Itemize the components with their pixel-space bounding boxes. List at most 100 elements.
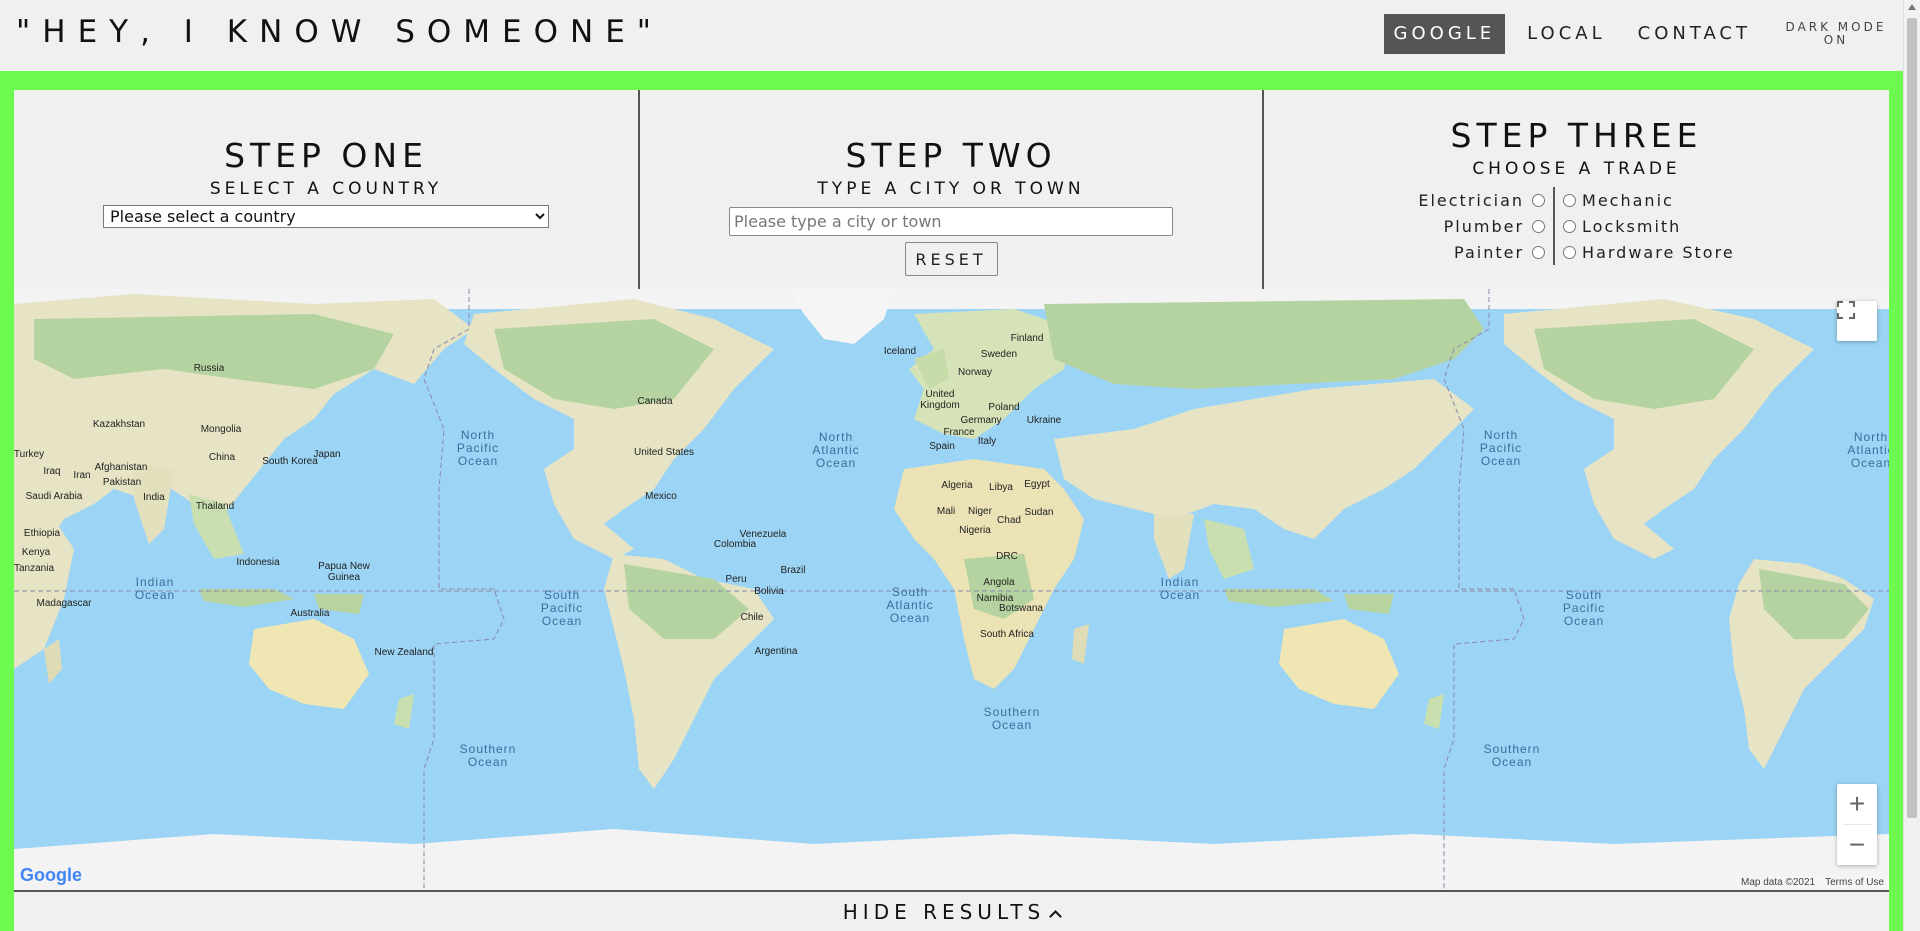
map-country-label: Turkey	[14, 449, 45, 460]
map-country-label: DRC	[996, 551, 1018, 562]
radio-locksmith[interactable]	[1563, 219, 1577, 233]
map-country-label: Brazil	[780, 565, 806, 576]
step-three: STEP THREE CHOOSE A TRADE Electrician Pl…	[1264, 90, 1889, 289]
map-country-label: Papua New Guinea	[318, 561, 370, 583]
map-country-label: Ukraine	[1026, 415, 1062, 426]
map-ocean-label: Southern Ocean	[459, 742, 517, 769]
page-scrollbar[interactable]	[1903, 0, 1920, 931]
step-one-subheading: SELECT A COUNTRY	[209, 179, 443, 199]
map-country-label: Niger	[968, 506, 992, 517]
map-country-label: Mexico	[645, 491, 677, 502]
step-three-heading: STEP THREE	[1450, 116, 1703, 155]
map-country-label: Bolivia	[754, 586, 784, 597]
main-nav: GOOGLE LOCAL CONTACT DARK MODE ON	[1383, 14, 1903, 54]
country-select[interactable]: Please select a country	[103, 205, 549, 228]
nav-local[interactable]: LOCAL	[1517, 14, 1615, 54]
map-country-label: Canada	[637, 396, 673, 407]
map-country-label: Madagascar	[36, 598, 92, 609]
map-country-label: Peru	[725, 574, 747, 585]
map-country-label: Angola	[983, 577, 1015, 588]
hide-results-toggle[interactable]: HIDE RESULTS	[14, 890, 1889, 931]
map-country-label: Poland	[988, 402, 1020, 413]
step-one: STEP ONE SELECT A COUNTRY Please select …	[14, 90, 640, 289]
map-country-label: Afghanistan	[94, 462, 148, 473]
map-country-label: Mongolia	[200, 424, 242, 435]
google-logo[interactable]: Google	[20, 865, 82, 886]
map-country-label: Pakistan	[102, 477, 142, 488]
map-country-label: Sudan	[1024, 507, 1054, 518]
trade-option-plumber[interactable]: Plumber	[1444, 213, 1546, 239]
map-country-label: Mali	[936, 506, 956, 517]
trade-option-painter[interactable]: Painter	[1454, 239, 1546, 265]
trade-option-hardware-store[interactable]: Hardware Store	[1563, 239, 1735, 265]
trade-options: Electrician Plumber Painter Mechanic Loc…	[1264, 187, 1889, 265]
map-country-label: Argentina	[754, 646, 798, 657]
nav-contact[interactable]: CONTACT	[1628, 14, 1761, 54]
step-one-heading: STEP ONE	[224, 136, 428, 175]
radio-mechanic[interactable]	[1563, 193, 1577, 207]
site-header: "HEY, I KNOW SOMEONE" GOOGLE LOCAL CONTA…	[0, 0, 1903, 71]
reset-button[interactable]: RESET	[904, 242, 998, 276]
world-map[interactable]: Russia Kazakhstan Mongolia China South Korea…	[14, 289, 1889, 890]
map-data-credit: Map data ©2021	[1741, 877, 1816, 888]
map-country-label: Iraq	[43, 466, 61, 477]
map-country-label: Chile	[740, 612, 764, 623]
map-country-label: Australia	[290, 608, 330, 619]
map-country-label: Kenya	[21, 547, 51, 558]
map-ocean-label: South Atlantic Ocean	[886, 585, 934, 625]
terms-of-use-link[interactable]: Terms of Use	[1820, 876, 1889, 890]
map-country-label: Botswana	[999, 603, 1043, 614]
map-country-label: Germany	[960, 415, 1002, 426]
radio-painter[interactable]	[1532, 245, 1546, 259]
map-country-label: South Korea	[262, 456, 318, 467]
radio-electrician[interactable]	[1532, 193, 1546, 207]
fullscreen-button[interactable]	[1837, 301, 1877, 341]
map-country-label: Algeria	[941, 480, 973, 491]
map-country-label: Russia	[193, 363, 225, 374]
map-ocean-label: South Pacific Ocean	[1562, 588, 1606, 628]
map-country-label: Chad	[997, 515, 1021, 526]
map-country-label: India	[143, 492, 165, 503]
hide-results-label: HIDE RESULTS	[842, 900, 1046, 924]
trade-label: Mechanic	[1582, 190, 1674, 210]
map-country-label: France	[943, 427, 975, 438]
city-input[interactable]	[729, 207, 1173, 236]
radio-plumber[interactable]	[1532, 219, 1546, 233]
trade-option-electrician[interactable]: Electrician	[1418, 187, 1546, 213]
google-logo-text: Google	[20, 865, 82, 885]
step-two-heading: STEP TWO	[845, 136, 1057, 175]
trade-column-left: Electrician Plumber Painter	[1418, 187, 1556, 265]
map-country-label: South Africa	[980, 629, 1034, 640]
zoom-in-button[interactable]: +	[1837, 784, 1877, 824]
map-country-label: Thailand	[195, 501, 235, 512]
trade-option-mechanic[interactable]: Mechanic	[1563, 187, 1674, 213]
step-two: STEP TWO TYPE A CITY OR TOWN RESET	[640, 90, 1264, 289]
scroll-up-icon[interactable]	[1908, 4, 1916, 10]
radio-hardware-store[interactable]	[1563, 245, 1577, 259]
map-ocean-label: Indian Ocean	[134, 575, 176, 602]
map-ocean-label: North Atlantic Ocean	[812, 430, 860, 470]
map-ocean-label: South Pacific Ocean	[540, 588, 584, 628]
map-country-label: Indonesia	[236, 557, 280, 568]
map-country-label: Sweden	[980, 349, 1018, 360]
fullscreen-icon	[1837, 301, 1855, 319]
zoom-out-button[interactable]: −	[1837, 825, 1877, 865]
scroll-thumb[interactable]	[1907, 18, 1917, 818]
trade-option-locksmith[interactable]: Locksmith	[1563, 213, 1681, 239]
map-ocean-label: Southern Ocean	[1483, 742, 1541, 769]
dark-mode-toggle[interactable]: DARK MODE ON	[1781, 21, 1891, 47]
map-country-label: Iran	[73, 470, 91, 481]
map-country-label: Spain	[929, 441, 955, 452]
map-ocean-label: North Pacific Ocean	[1479, 428, 1523, 468]
nav-google[interactable]: GOOGLE	[1383, 14, 1506, 54]
map-country-label: Colombia	[713, 539, 757, 550]
map-country-label: Iceland	[883, 346, 917, 357]
map-country-label: Saudi Arabia	[25, 491, 83, 502]
map-country-label: Finland	[1010, 333, 1044, 344]
steps-panel: STEP ONE SELECT A COUNTRY Please select …	[14, 90, 1889, 289]
trade-label: Locksmith	[1582, 216, 1682, 236]
trade-label: Hardware Store	[1582, 242, 1735, 262]
step-three-subheading: CHOOSE A TRADE	[1472, 159, 1681, 179]
site-title: "HEY, I KNOW SOMEONE"	[16, 14, 664, 50]
map-country-label: Japan	[313, 449, 341, 460]
